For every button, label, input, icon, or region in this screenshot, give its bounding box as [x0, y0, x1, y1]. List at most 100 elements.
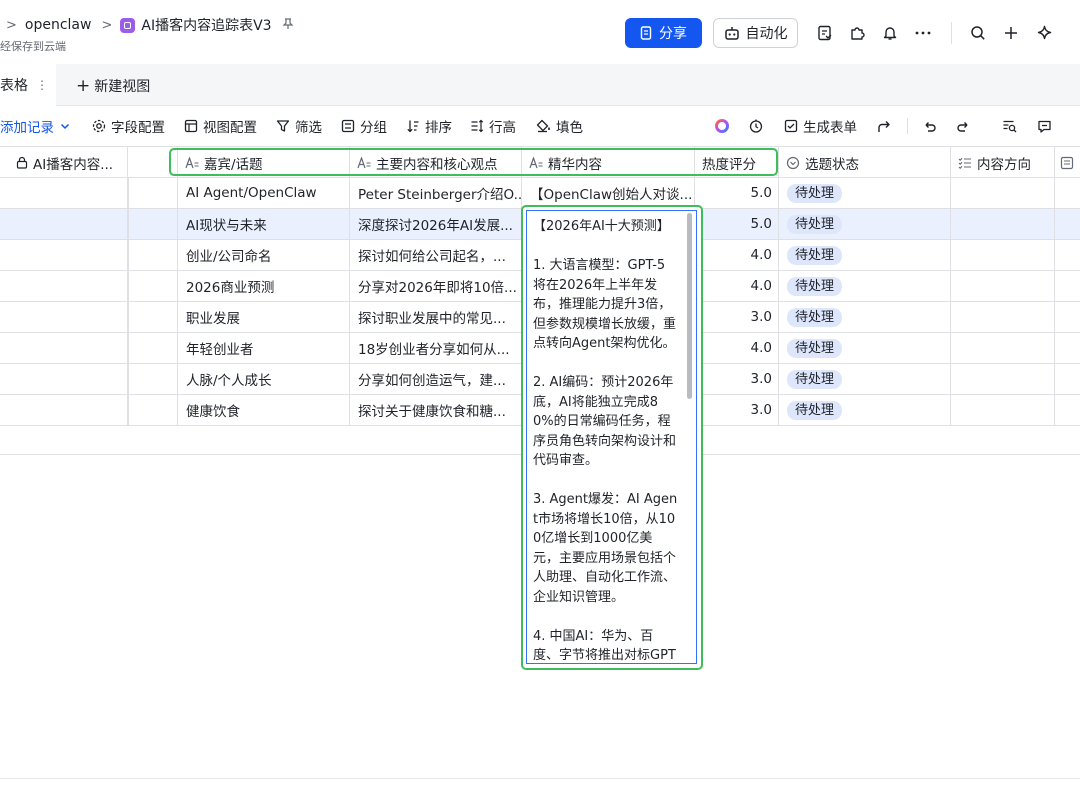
- history-icon[interactable]: [747, 117, 765, 135]
- table-cell-score[interactable]: 4.0: [695, 240, 779, 270]
- fill-color-button[interactable]: 填色: [536, 117, 583, 136]
- column-header-guest[interactable]: 嘉宾/话题: [178, 147, 350, 178]
- table-cell-main[interactable]: 分享如何创造运气，建...: [350, 364, 522, 394]
- doc-title[interactable]: AI播客内容追踪表V3: [141, 15, 271, 35]
- table-cell-score[interactable]: 3.0: [695, 395, 779, 425]
- generate-form-button[interactable]: 生成表单: [784, 117, 857, 136]
- table-cell[interactable]: [1055, 209, 1080, 239]
- table-cell-score[interactable]: 5.0: [695, 209, 779, 239]
- table-cell[interactable]: [0, 209, 128, 239]
- table-cell-score[interactable]: 4.0: [695, 333, 779, 363]
- table-cell-status[interactable]: 待处理: [779, 240, 951, 270]
- table-cell-status[interactable]: 待处理: [779, 209, 951, 239]
- automation-button[interactable]: 自动化: [713, 18, 798, 48]
- table-cell[interactable]: [951, 302, 1055, 332]
- table-cell[interactable]: [128, 209, 178, 239]
- breadcrumb-parent[interactable]: openclaw: [25, 17, 92, 33]
- table-cell-guest[interactable]: 健康饮食: [178, 395, 350, 425]
- column-header-status[interactable]: 选题状态: [779, 147, 951, 178]
- plugin-icon[interactable]: [847, 23, 867, 43]
- table-cell-status[interactable]: 待处理: [779, 364, 951, 394]
- filter-button[interactable]: 筛选: [276, 117, 322, 136]
- docs-icon[interactable]: [815, 23, 835, 43]
- table-cell[interactable]: [951, 240, 1055, 270]
- table-cell-main[interactable]: 探讨关于健康饮食和糖...: [350, 395, 522, 425]
- table-cell[interactable]: [1055, 395, 1080, 425]
- table-cell-status[interactable]: 待处理: [779, 271, 951, 301]
- table-cell[interactable]: [0, 271, 128, 301]
- table-cell[interactable]: [128, 364, 178, 394]
- table-cell[interactable]: [1055, 364, 1080, 394]
- table-cell[interactable]: [0, 364, 128, 394]
- ai-assistant-icon[interactable]: [713, 117, 731, 135]
- table-cell-main[interactable]: Peter Steinberger介绍O...: [350, 178, 522, 208]
- table-cell[interactable]: [0, 302, 128, 332]
- table-cell[interactable]: [128, 395, 178, 425]
- add-record-button[interactable]: 添加记录: [0, 117, 70, 136]
- table-cell[interactable]: [1055, 333, 1080, 363]
- table-cell[interactable]: [951, 209, 1055, 239]
- tab-more-icon[interactable]: ⋮: [36, 78, 48, 92]
- table-cell-guest[interactable]: 年轻创业者: [178, 333, 350, 363]
- find-icon[interactable]: [1001, 117, 1019, 135]
- table-cell-main[interactable]: 分享对2026年即将10倍...: [350, 271, 522, 301]
- table-cell[interactable]: [1055, 240, 1080, 270]
- table-cell[interactable]: [0, 395, 128, 425]
- row-height-button[interactable]: 行高: [470, 117, 516, 136]
- table-cell-guest[interactable]: 创业/公司命名: [178, 240, 350, 270]
- table-cell[interactable]: [128, 271, 178, 301]
- table-cell[interactable]: [0, 178, 128, 208]
- table-cell[interactable]: [128, 302, 178, 332]
- table-cell-essence[interactable]: 【OpenClaw创始人对谈...: [522, 178, 695, 208]
- undo-icon[interactable]: [920, 117, 938, 135]
- table-cell[interactable]: [128, 178, 178, 208]
- table-cell[interactable]: [1055, 302, 1080, 332]
- table-cell-guest[interactable]: AI Agent/OpenClaw: [178, 178, 350, 208]
- view-config-button[interactable]: 视图配置: [184, 117, 257, 136]
- table-cell-status[interactable]: 待处理: [779, 178, 951, 208]
- pin-icon[interactable]: [282, 17, 294, 33]
- bell-icon[interactable]: [880, 23, 900, 43]
- table-cell[interactable]: [951, 364, 1055, 394]
- sort-button[interactable]: 排序: [406, 117, 452, 136]
- new-view-button[interactable]: + 新建视图: [76, 76, 150, 96]
- expanded-cell-text[interactable]: 【2026年AI十大预测】 1. 大语言模型：GPT-5将在2026年上半年发布…: [526, 210, 697, 664]
- ai-sparkle-icon[interactable]: [1034, 23, 1054, 43]
- search-icon[interactable]: [968, 23, 988, 43]
- column-header-frozen[interactable]: AI播客内容...: [0, 147, 128, 178]
- table-cell[interactable]: [0, 240, 128, 270]
- table-cell-guest[interactable]: 2026商业预测: [178, 271, 350, 301]
- column-header-direction[interactable]: 内容方向: [951, 147, 1055, 178]
- column-header-main[interactable]: 主要内容和核心观点: [350, 147, 522, 178]
- table-cell-guest[interactable]: 职业发展: [178, 302, 350, 332]
- table-cell-score[interactable]: 5.0: [695, 178, 779, 208]
- table-cell[interactable]: [0, 333, 128, 363]
- scrollbar-thumb[interactable]: [687, 213, 692, 399]
- table-cell[interactable]: [951, 271, 1055, 301]
- table-cell-main[interactable]: 探讨如何给公司起名，...: [350, 240, 522, 270]
- table-cell-main[interactable]: 深度探讨2026年AI发展...: [350, 209, 522, 239]
- plus-icon[interactable]: [1001, 23, 1021, 43]
- table-cell[interactable]: [951, 178, 1055, 208]
- table-cell-status[interactable]: 待处理: [779, 333, 951, 363]
- table-cell[interactable]: [951, 333, 1055, 363]
- share-view-icon[interactable]: [875, 117, 893, 135]
- table-cell-guest[interactable]: AI现状与未来: [178, 209, 350, 239]
- table-cell[interactable]: [1055, 178, 1080, 208]
- add-column-icon[interactable]: [1055, 147, 1080, 178]
- table-cell-guest[interactable]: 人脉/个人成长: [178, 364, 350, 394]
- table-cell[interactable]: [128, 240, 178, 270]
- table-cell-main[interactable]: 探讨职业发展中的常见...: [350, 302, 522, 332]
- field-config-button[interactable]: 字段配置: [92, 117, 165, 136]
- comment-icon[interactable]: [1035, 117, 1053, 135]
- column-header-essence[interactable]: 精华内容: [522, 147, 695, 178]
- table-cell[interactable]: [1055, 271, 1080, 301]
- table-cell-score[interactable]: 3.0: [695, 364, 779, 394]
- column-header-score[interactable]: 热度评分: [695, 147, 779, 178]
- group-button[interactable]: 分组: [341, 117, 387, 136]
- redo-icon[interactable]: [954, 117, 972, 135]
- table-cell-status[interactable]: 待处理: [779, 395, 951, 425]
- table-cell[interactable]: [128, 333, 178, 363]
- table-cell-score[interactable]: 4.0: [695, 271, 779, 301]
- share-button[interactable]: 分享: [625, 18, 702, 48]
